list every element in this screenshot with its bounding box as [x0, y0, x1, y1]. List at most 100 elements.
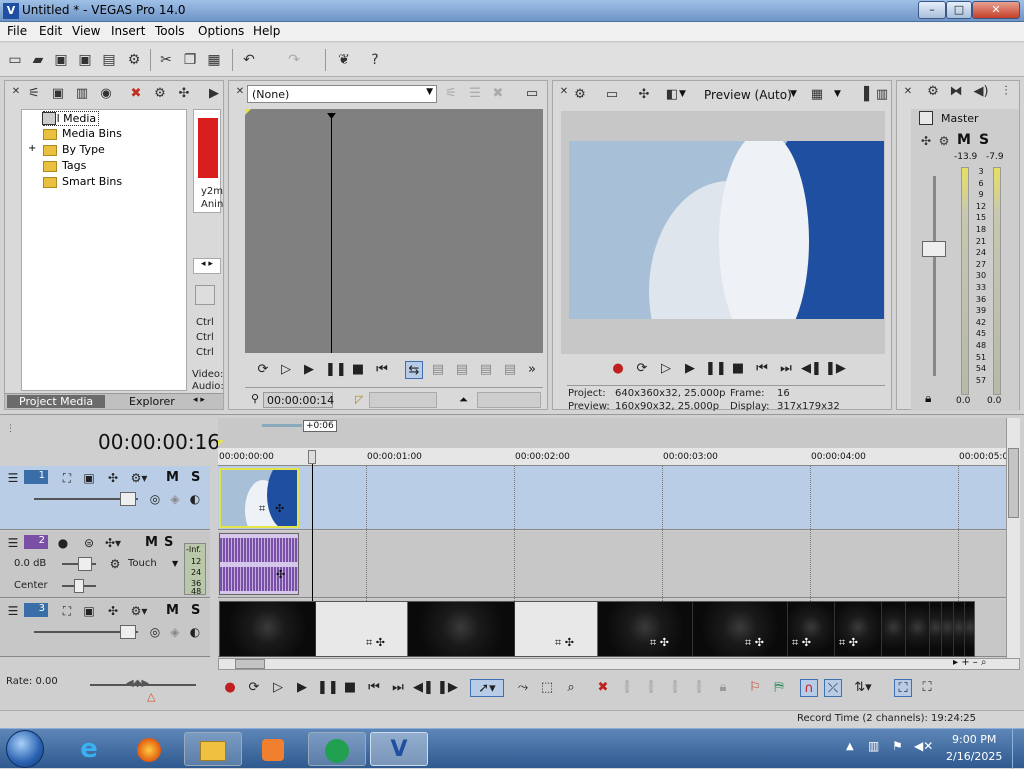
loop-icon[interactable]: ⟳	[633, 360, 651, 378]
track-menu-icon[interactable]: ☰	[4, 469, 22, 487]
menu-insert[interactable]: Insert	[111, 24, 145, 38]
lock-icon[interactable]: 🔒︎	[925, 391, 931, 406]
next-frame-icon[interactable]: ⏭	[777, 360, 795, 378]
play-icon[interactable]: ▶	[293, 679, 311, 697]
preview-properties-icon[interactable]: ⚙	[571, 86, 589, 104]
close-panel-icon[interactable]: ✕	[899, 83, 917, 101]
chevron-down-icon[interactable]: ▼	[834, 89, 841, 99]
insert-region-icon[interactable]: ⛿	[770, 679, 788, 697]
master-mute-button[interactable]: M	[957, 132, 971, 148]
trimmer-tool-icon[interactable]: ☰	[466, 85, 484, 103]
capture-video-icon[interactable]: ▣	[49, 85, 67, 103]
redo-icon[interactable]: ↷	[285, 51, 303, 69]
marker-bar[interactable]: +0:06	[218, 418, 1006, 448]
paste-icon[interactable]: ▦	[205, 51, 223, 69]
pan-slider[interactable]	[74, 579, 84, 593]
previous-frame-icon[interactable]: ⏮	[753, 360, 771, 378]
crop-icon[interactable]: ⌗ ✣	[792, 636, 811, 650]
menu-edit[interactable]: Edit	[39, 24, 62, 38]
trimmer-media-dropdown[interactable]: (None) ▼	[247, 85, 437, 103]
track-fx-icon[interactable]: ✣▾	[104, 534, 122, 552]
network-icon[interactable]: ▥	[868, 739, 879, 753]
volume-slider[interactable]	[78, 557, 92, 571]
composite-level-slider[interactable]	[120, 492, 136, 506]
trimmer-insert-icon[interactable]: ▤	[501, 361, 519, 379]
go-to-start-icon[interactable]: ⏮	[373, 361, 391, 379]
crop-icon[interactable]: ⌗ ✣	[745, 636, 764, 650]
cut-icon[interactable]: ✂	[157, 51, 175, 69]
loop-icon[interactable]: ⟳	[245, 679, 263, 697]
render-icon[interactable]: ▤	[100, 51, 118, 69]
rate-slider[interactable]: ◀◆▶	[126, 678, 149, 689]
chevron-down-icon[interactable]: ▼	[172, 559, 178, 568]
trimmer-clear-icon[interactable]: ✖	[489, 85, 507, 103]
open-icon[interactable]: ▰	[29, 51, 47, 69]
parent-icon[interactable]: ◈	[166, 490, 184, 508]
trimmer-insert-icon[interactable]: ▤	[429, 361, 447, 379]
mask-icon[interactable]: ◐	[186, 623, 204, 641]
track-header-1[interactable]: ☰ 1 ⛶ ▣ ✣ ⚙▾ M S ◎ ◈ ◐	[0, 466, 210, 530]
crop-icon[interactable]: ⌗ ✣	[555, 636, 574, 650]
track-motion-icon[interactable]: ⛶	[58, 602, 76, 620]
track-menu-icon[interactable]: ☰	[4, 602, 22, 620]
ignore-grouping-icon[interactable]: ⛶	[918, 679, 936, 697]
stop-icon[interactable]: ■	[349, 361, 367, 379]
ripple-edit-icon[interactable]: ⇅▾	[854, 679, 872, 697]
track-settings-icon[interactable]: ⚙▾	[130, 602, 148, 620]
play-from-start-icon[interactable]: ▷	[277, 361, 295, 379]
master-settings-icon[interactable]: ⚙	[935, 132, 953, 150]
record-icon[interactable]: ●	[609, 360, 627, 378]
tab-scroll-arrows[interactable]: ◂ ▸	[193, 395, 205, 405]
master-solo-button[interactable]: S	[979, 132, 989, 148]
timeline-horizontal-scrollbar[interactable]: ▸ + – ⌕	[218, 657, 1020, 670]
downmix-icon[interactable]: ⧓	[947, 83, 965, 101]
whats-this-help-icon[interactable]: ?	[366, 51, 384, 69]
menu-options[interactable]: Options	[198, 24, 244, 38]
track-solo-button[interactable]: S	[191, 603, 200, 618]
add-to-timeline-icon[interactable]: ⇆	[405, 361, 423, 379]
track-composite-icon[interactable]: ✣	[104, 602, 122, 620]
track-motion-icon[interactable]: ⛶	[58, 469, 76, 487]
zoom-tool-icon[interactable]: ⌕	[562, 679, 580, 697]
snapping-icon[interactable]: ∩	[800, 679, 818, 697]
auto-crossfade-icon[interactable]: ⤫	[824, 679, 842, 697]
file-explorer-icon[interactable]	[184, 732, 242, 766]
scroll-thumb[interactable]	[235, 659, 265, 669]
track-solo-button[interactable]: S	[164, 535, 173, 550]
delete-icon[interactable]: ✖	[594, 679, 612, 697]
track-fx-icon[interactable]: ▣	[80, 469, 98, 487]
preview-area[interactable]	[561, 111, 885, 354]
trim-start-icon[interactable]: ⫿	[642, 679, 660, 697]
save-as-icon[interactable]: ▣	[76, 51, 94, 69]
slideshow-clips[interactable]: ⌗ ✣ ⌗ ✣ ⌗ ✣ ⌗ ✣ ⌗ ✣ ⌗ ✣	[219, 601, 975, 657]
audio-clip[interactable]: ✣	[219, 533, 299, 595]
undo-icon[interactable]: ↶	[240, 51, 258, 69]
zoom-controls[interactable]: ▸ + – ⌕	[953, 657, 987, 668]
overlays-icon[interactable]: ▦	[808, 86, 826, 104]
action-center-icon[interactable]: ⚑	[892, 739, 903, 753]
trimmer-display[interactable]	[245, 109, 543, 353]
media-fx-icon[interactable]: ✣	[175, 85, 193, 103]
chevron-down-icon[interactable]: ▼	[679, 89, 686, 99]
tab-explorer[interactable]: Explorer	[129, 395, 175, 408]
pause-icon[interactable]: ❚❚	[705, 360, 727, 378]
firefox-icon[interactable]	[120, 732, 178, 766]
stretch-icon[interactable]	[195, 285, 215, 305]
menu-file[interactable]: File	[7, 24, 27, 38]
tree-item-tags[interactable]: Tags	[43, 159, 86, 172]
tree-item-smart-bins[interactable]: Smart Bins	[43, 175, 122, 188]
play-icon[interactable]: ▶	[300, 361, 318, 379]
internet-explorer-icon[interactable]: e	[60, 732, 118, 766]
play-from-start-icon[interactable]: ▷	[269, 679, 287, 697]
mask-icon[interactable]: ◐	[186, 490, 204, 508]
copy-snapshot-icon[interactable]: ▐	[855, 86, 873, 104]
compositing-icon[interactable]: ◎	[146, 490, 164, 508]
track-composite-icon[interactable]: ✣	[104, 469, 122, 487]
track-mute-button[interactable]: M	[166, 470, 179, 485]
track-header-2[interactable]: ☰ 2 ● ⊜ ✣▾ M S 0.0 dB ⚙ Touch ▼ Center -…	[0, 531, 210, 598]
clock-date[interactable]: 2/16/2025	[946, 750, 1002, 763]
external-monitor-icon[interactable]: ▭	[603, 86, 621, 104]
normal-edit-tool-icon[interactable]: ➚▾	[470, 679, 504, 697]
minimize-button[interactable]: –	[918, 1, 946, 19]
time-ruler[interactable]	[218, 448, 1006, 466]
